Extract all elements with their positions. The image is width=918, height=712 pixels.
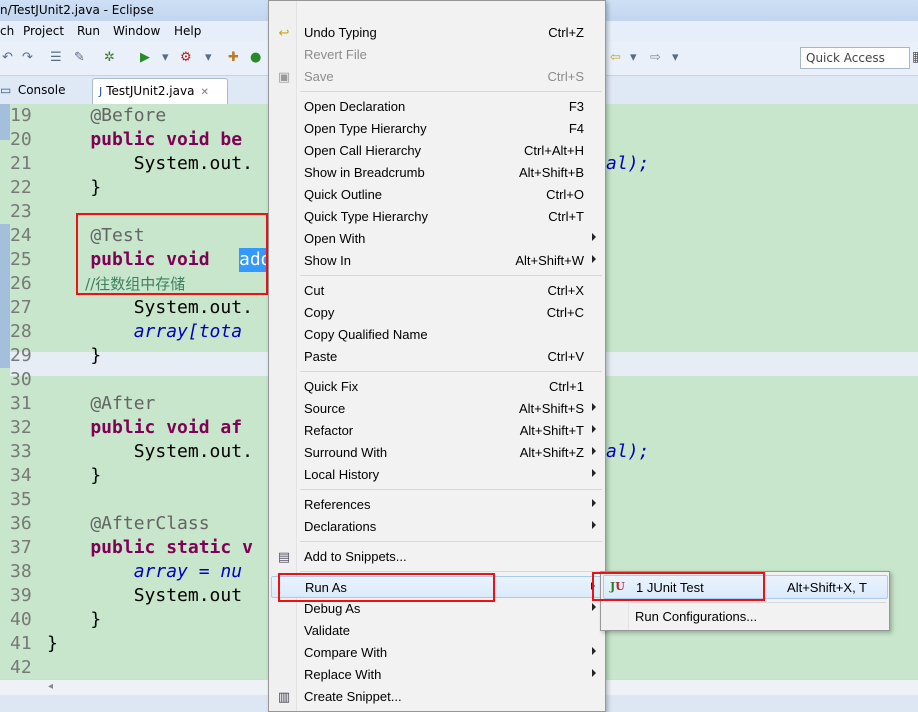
menu-item-cut[interactable]: Cut Ctrl+X	[271, 280, 604, 302]
toggle-icon[interactable]: ☰	[50, 50, 62, 65]
submenu-arrow-icon	[592, 521, 596, 529]
window-title: n/TestJUnit2.java - Eclipse	[0, 3, 154, 17]
submenu-arrow-icon	[592, 447, 596, 455]
save-icon: ▣	[277, 69, 291, 84]
code-fragment: al);	[606, 153, 650, 174]
menu-separator	[300, 571, 602, 572]
menu-item-replace-with[interactable]: Replace With	[271, 664, 604, 686]
menu-item-show-in[interactable]: Show In Alt+Shift+W	[271, 250, 604, 272]
menu-separator	[631, 602, 886, 603]
submenu-item-run-configurations[interactable]: Run Configurations...	[603, 605, 888, 629]
menu-item-save[interactable]: ▣ Save Ctrl+S	[271, 66, 604, 88]
undo-icon: ↩	[278, 25, 290, 40]
run-icon[interactable]: ▶	[140, 50, 150, 65]
back-icon[interactable]: ↶	[2, 50, 13, 65]
new-java-icon[interactable]: ✚	[228, 50, 239, 65]
menu-item-declarations[interactable]: Declarations	[271, 516, 604, 538]
menu-item-revert-file[interactable]: Revert File	[271, 44, 604, 66]
menu-item-references[interactable]: References	[271, 494, 604, 516]
back-nav-icon[interactable]: ⇦	[610, 50, 621, 65]
quick-access-input[interactable]: Quick Access	[800, 47, 910, 69]
new-class-icon[interactable]: ●	[250, 50, 261, 65]
tab-console-label: Console	[17, 83, 66, 97]
menu-separator	[300, 371, 602, 372]
submenu-arrow-icon	[592, 499, 596, 507]
java-file-icon: J	[99, 85, 103, 98]
menu-item-copy-qualified-name[interactable]: Copy Qualified Name	[271, 324, 604, 346]
menu-search[interactable]: ch	[0, 24, 14, 38]
submenu-arrow-icon	[592, 469, 596, 477]
menu-separator	[300, 489, 602, 490]
menu-project[interactable]: Project	[23, 24, 64, 38]
menu-item-source[interactable]: Source Alt+Shift+S	[271, 398, 604, 420]
menu-item-paste[interactable]: Paste Ctrl+V	[271, 346, 604, 368]
menu-item-copy[interactable]: Copy Ctrl+C	[271, 302, 604, 324]
context-menu: ↩ Undo Typing Ctrl+Z Revert File ▣ Save Ct…	[268, 0, 606, 712]
run-dropdown-icon[interactable]: ▾	[162, 50, 169, 65]
menu-item-refactor[interactable]: Refactor Alt+Shift+T	[271, 420, 604, 442]
menu-window[interactable]: Window	[113, 24, 160, 38]
perspective-icon[interactable]: ▦	[912, 49, 918, 65]
annotation-box-junit-test	[592, 572, 765, 601]
menu-help[interactable]: Help	[174, 24, 201, 38]
menu-item-validate[interactable]: Validate	[271, 620, 604, 642]
debug-icon[interactable]: ✲	[104, 50, 115, 65]
forward-icon[interactable]: ↷	[22, 50, 33, 65]
submenu-arrow-icon	[592, 233, 596, 241]
menu-item-surround-with[interactable]: Surround With Alt+Shift+Z	[271, 442, 604, 464]
scroll-left-icon[interactable]: ◂	[48, 681, 53, 692]
menu-item-open-with[interactable]: Open With	[271, 228, 604, 250]
snippets-icon: ▤	[277, 549, 291, 564]
menu-item-compare-with[interactable]: Compare With	[271, 642, 604, 664]
menu-item-undo-typing[interactable]: ↩ Undo Typing Ctrl+Z	[271, 22, 604, 44]
forward-nav-icon[interactable]: ⇨	[650, 50, 661, 65]
menu-item-open-declaration[interactable]: Open Declaration F3	[271, 96, 604, 118]
menu-item-create-snippet[interactable]: ▥ Create Snippet...	[271, 686, 604, 708]
menu-separator	[300, 541, 602, 542]
menu-separator	[300, 91, 602, 92]
change-marker	[0, 104, 10, 140]
menu-item-quick-outline[interactable]: Quick Outline Ctrl+O	[271, 184, 604, 206]
code-fragment: al);	[606, 441, 650, 462]
external-tools-icon[interactable]: ⚙	[180, 50, 192, 65]
menu-item-open-type-hierarchy[interactable]: Open Type Hierarchy F4	[271, 118, 604, 140]
menu-item-add-to-snippets[interactable]: ▤ Add to Snippets...	[271, 546, 604, 568]
submenu-arrow-icon	[592, 603, 596, 611]
submenu-arrow-icon	[592, 669, 596, 677]
submenu-arrow-icon	[592, 425, 596, 433]
submenu-arrow-icon	[592, 255, 596, 263]
format-icon[interactable]: ✎	[74, 50, 85, 65]
change-marker	[0, 224, 10, 368]
back-nav-dropdown-icon[interactable]: ▾	[630, 50, 637, 65]
annotation-box-test	[76, 213, 268, 295]
close-icon[interactable]: ✕	[200, 87, 208, 98]
submenu-arrow-icon	[592, 647, 596, 655]
menu-item-open-call-hierarchy[interactable]: Open Call Hierarchy Ctrl+Alt+H	[271, 140, 604, 162]
submenu-arrow-icon	[592, 403, 596, 411]
menu-item-quick-type-hierarchy[interactable]: Quick Type Hierarchy Ctrl+T	[271, 206, 604, 228]
annotation-box-run-as	[278, 573, 495, 602]
console-icon: ▭	[0, 83, 12, 97]
create-snippet-icon: ▥	[277, 689, 291, 704]
external-dropdown-icon[interactable]: ▾	[205, 50, 212, 65]
forward-nav-dropdown-icon[interactable]: ▾	[672, 50, 679, 65]
tab-editor-label: TestJUnit2.java	[106, 84, 195, 98]
menu-item-quick-fix[interactable]: Quick Fix Ctrl+1	[271, 376, 604, 398]
tab-console[interactable]: ▭ Console	[0, 83, 65, 97]
menu-item-local-history[interactable]: Local History	[271, 464, 604, 486]
menu-run[interactable]: Run	[77, 24, 100, 38]
menu-item-show-in-breadcrumb[interactable]: Show in Breadcrumb Alt+Shift+B	[271, 162, 604, 184]
menu-separator	[300, 275, 602, 276]
tab-editor[interactable]: J TestJUnit2.java ✕	[92, 78, 228, 105]
